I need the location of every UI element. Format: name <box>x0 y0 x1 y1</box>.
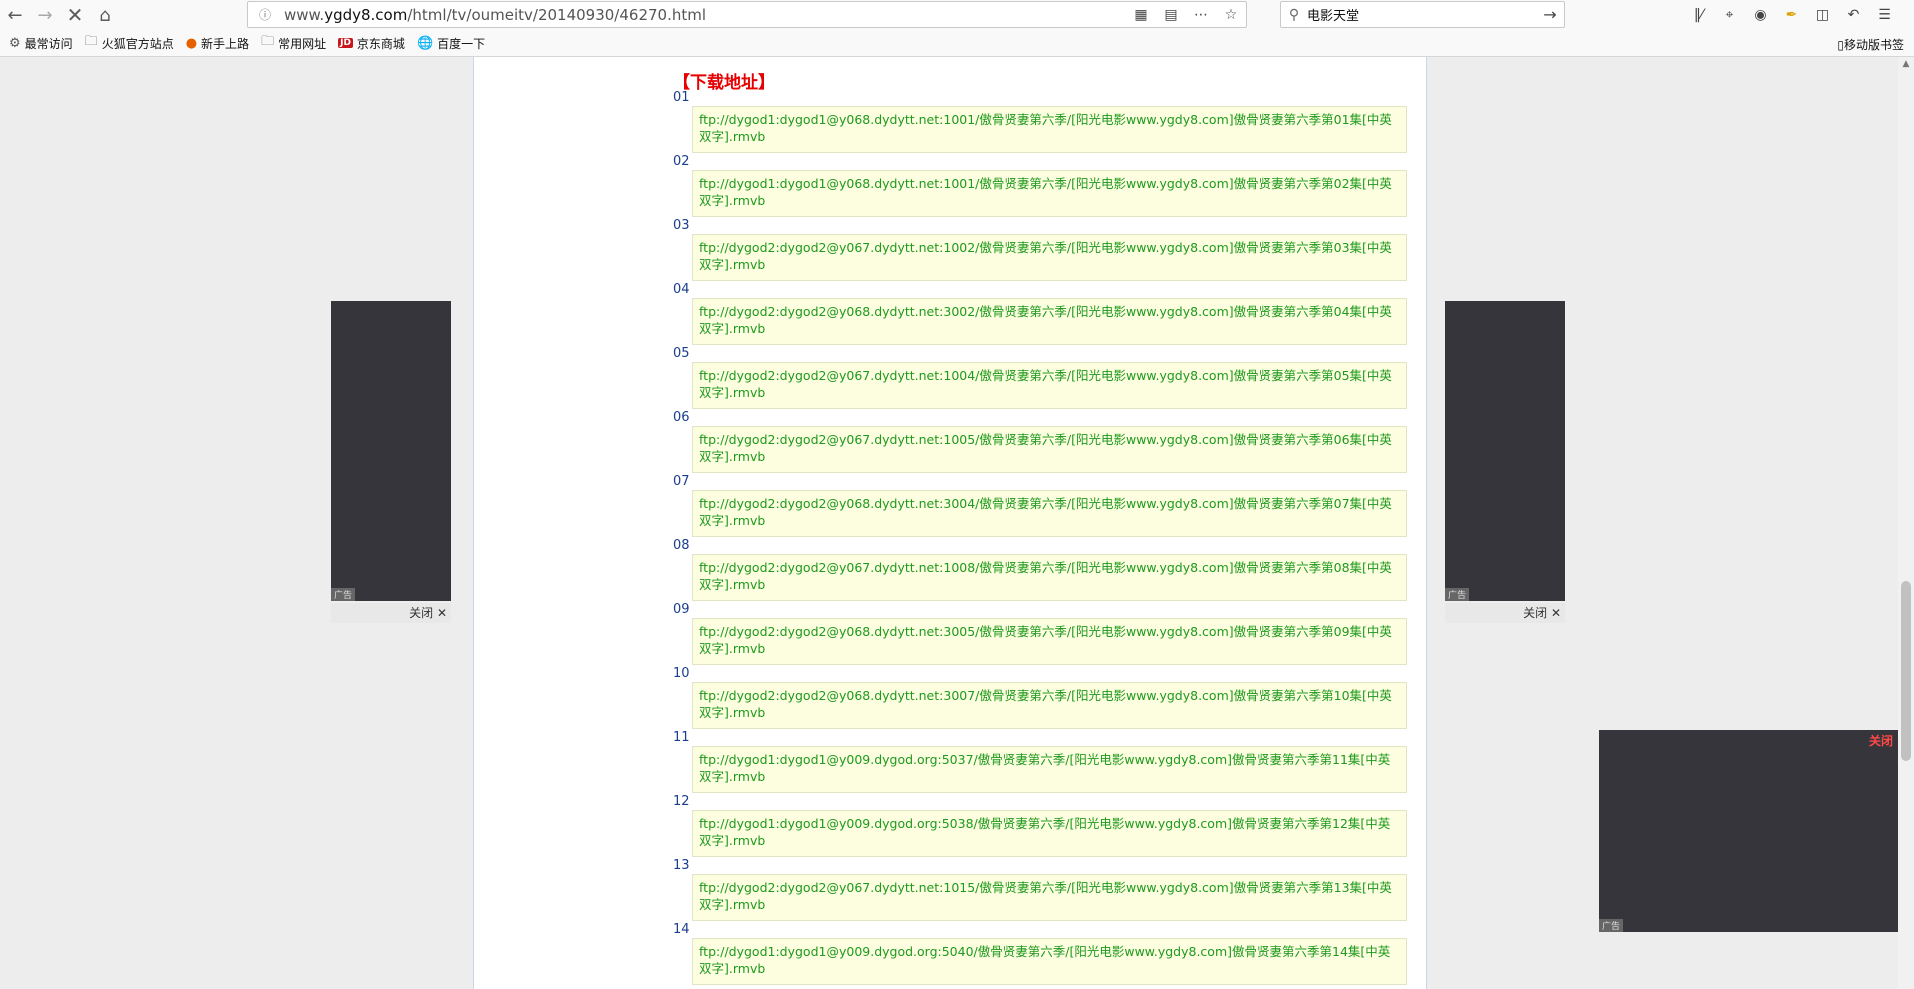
bookmarks-bar: ⚙ 最常访问 🗀 火狐官方站点 ● 新手上路 🗀 常用网址 JD 京东商城 🌐 … <box>0 30 1914 57</box>
episode-download-link[interactable]: ftp://dygod2:dygod2@y068.dydytt.net:3004… <box>692 490 1407 537</box>
ad-tag: 广告 <box>331 588 356 601</box>
episode-number: 07 <box>673 474 690 489</box>
search-icon: ⚲ <box>1288 6 1300 23</box>
episode-number: 11 <box>673 730 690 745</box>
episode-number: 09 <box>673 602 690 617</box>
close-icon: ✕ <box>1550 606 1561 620</box>
qr-code-icon[interactable]: ▦ <box>1126 7 1156 23</box>
right-ad-close-button[interactable]: 关闭 ✕ <box>1445 603 1565 623</box>
episode-download-link[interactable]: ftp://dygod2:dygod2@y067.dydytt.net:1002… <box>692 234 1407 281</box>
corner-popup-ad[interactable]: 关闭 广告 <box>1599 730 1899 932</box>
episode-number: 03 <box>673 218 690 233</box>
episode-item: 03 ftp://dygod2:dygod2@y067.dydytt.net:10… <box>673 218 1408 281</box>
episode-number: 04 <box>673 282 690 297</box>
episode-item: 08 ftp://dygod2:dygod2@y067.dydytt.net:10… <box>673 538 1408 601</box>
episode-download-link[interactable]: ftp://dygod1:dygod1@y068.dydytt.net:1001… <box>692 106 1407 153</box>
episode-number: 13 <box>673 858 690 873</box>
search-input[interactable]: 电影天堂 <box>1307 5 1536 24</box>
episode-download-link[interactable]: ftp://dygod2:dygod2@y067.dydytt.net:1015… <box>692 874 1407 921</box>
search-go-arrow-icon[interactable]: → <box>1536 5 1564 24</box>
folder-icon: 🗀 <box>261 34 275 49</box>
episode-number: 02 <box>673 154 690 169</box>
browser-toolbar: ← → ✕ ⌂ ⓘ www.ygdy8.com/html/tv/oumeitv/… <box>0 0 1914 30</box>
folder-icon: 🗀 <box>84 34 98 49</box>
episode-download-link[interactable]: ftp://dygod2:dygod2@y067.dydytt.net:1005… <box>692 426 1407 473</box>
undo-icon[interactable]: ↶ <box>1838 7 1869 23</box>
episode-download-link[interactable]: ftp://dygod2:dygod2@y068.dydytt.net:3002… <box>692 298 1407 345</box>
episode-download-link[interactable]: ftp://dygod1:dygod1@y009.dygod.org:5038/… <box>692 810 1407 857</box>
back-arrow-icon[interactable]: ← <box>0 0 30 30</box>
episode-item: 12 ftp://dygod1:dygod1@y009.dygod.org:503… <box>673 794 1408 857</box>
forward-arrow-icon[interactable]: → <box>30 0 60 30</box>
bookmark-baidu[interactable]: 🌐 百度一下 <box>417 35 485 52</box>
screenshot-crop-icon[interactable]: ⌖ <box>1714 7 1745 23</box>
episode-download-link[interactable]: ftp://dygod1:dygod1@y068.dydytt.net:1001… <box>692 170 1407 217</box>
episode-download-link[interactable]: ftp://dygod1:dygod1@y009.dygod.org:5040/… <box>692 938 1407 985</box>
corner-ad-close-button[interactable]: 关闭 <box>1869 732 1893 749</box>
gear-icon: ⚙ <box>9 35 21 51</box>
bookmark-star-icon[interactable]: ☆ <box>1216 7 1246 23</box>
close-icon: ✕ <box>436 606 447 620</box>
episode-number: 05 <box>673 346 690 361</box>
more-actions-icon[interactable]: ⋯ <box>1186 7 1216 23</box>
bookmark-most-visited[interactable]: ⚙ 最常访问 <box>9 35 73 52</box>
toolbar-right-icons: ‖⁄ ⌖ ◉ ✒ ◫ ↶ ☰ <box>1683 0 1900 30</box>
episode-item: 02 ftp://dygod1:dygod1@y068.dydytt.net:10… <box>673 154 1408 217</box>
firefox-icon: ● <box>185 35 198 51</box>
episode-number: 10 <box>673 666 690 681</box>
episode-item: 11 ftp://dygod1:dygod1@y009.dygod.org:503… <box>673 730 1408 793</box>
episode-item: 07 ftp://dygod2:dygod2@y068.dydytt.net:30… <box>673 474 1408 537</box>
episode-item: 05 ftp://dygod2:dygod2@y067.dydytt.net:10… <box>673 346 1408 409</box>
bookmark-firefox-official[interactable]: 🗀 火狐官方站点 <box>85 32 174 54</box>
right-side-ad[interactable]: 广告 <box>1445 301 1565 601</box>
home-icon[interactable]: ⌂ <box>90 0 120 30</box>
mobile-bookmarks[interactable]: ▯移动版书签 <box>1837 36 1904 53</box>
bookmark-common-sites[interactable]: 🗀 常用网址 <box>261 32 326 54</box>
reader-view-icon[interactable]: ▤ <box>1156 7 1186 23</box>
episode-download-link[interactable]: ftp://dygod2:dygod2@y068.dydytt.net:3007… <box>692 682 1407 729</box>
episode-download-link[interactable]: ftp://dygod1:dygod1@y009.dygod.org:5037/… <box>692 746 1407 793</box>
url-bar[interactable]: ⓘ www.ygdy8.com/html/tv/oumeitv/20140930… <box>247 1 1247 28</box>
menu-icon[interactable]: ☰ <box>1869 7 1900 23</box>
ad-tag: 广告 <box>1445 588 1470 601</box>
site-info-icon[interactable]: ⓘ <box>254 6 276 23</box>
episode-item: 14 ftp://dygod1:dygod1@y009.dygod.org:504… <box>673 922 1408 985</box>
chat-icon[interactable]: ◉ <box>1745 7 1776 23</box>
episode-item: 04 ftp://dygod2:dygod2@y068.dydytt.net:30… <box>673 282 1408 345</box>
mobile-phone-icon: ▯ <box>1837 38 1844 52</box>
episode-item: 09 ftp://dygod2:dygod2@y068.dydytt.net:30… <box>673 602 1408 665</box>
episode-item: 06 ftp://dygod2:dygod2@y067.dydytt.net:10… <box>673 410 1408 473</box>
bookmark-jd-mall[interactable]: JD 京东商城 <box>338 35 405 52</box>
episode-number: 08 <box>673 538 690 553</box>
url-text[interactable]: www.ygdy8.com/html/tv/oumeitv/20140930/4… <box>284 6 1126 24</box>
episode-number: 06 <box>673 410 690 425</box>
jd-icon: JD <box>338 38 353 48</box>
bookmark-getting-started[interactable]: ● 新手上路 <box>186 35 249 52</box>
episode-item: 10 ftp://dygod2:dygod2@y068.dydytt.net:30… <box>673 666 1408 729</box>
episode-item: 01 ftp://dygod1:dygod1@y068.dydytt.net:10… <box>673 90 1408 153</box>
library-icon[interactable]: ‖⁄ <box>1683 7 1714 23</box>
left-side-ad[interactable]: 广告 <box>331 301 451 601</box>
episode-item: 13 ftp://dygod2:dygod2@y067.dydytt.net:10… <box>673 858 1408 921</box>
brush-icon[interactable]: ✒ <box>1776 7 1807 23</box>
episode-number: 14 <box>673 922 690 937</box>
episode-download-link[interactable]: ftp://dygod2:dygod2@y067.dydytt.net:1004… <box>692 362 1407 409</box>
scroll-up-arrow-icon[interactable]: ▲ <box>1898 59 1914 69</box>
episode-download-link[interactable]: ftp://dygod2:dygod2@y067.dydytt.net:1008… <box>692 554 1407 601</box>
episode-number: 12 <box>673 794 690 809</box>
search-bar[interactable]: ⚲ 电影天堂 → <box>1280 1 1565 28</box>
sidebar-icon[interactable]: ◫ <box>1807 7 1838 23</box>
left-ad-close-button[interactable]: 关闭 ✕ <box>331 603 451 623</box>
episode-number: 01 <box>673 90 690 105</box>
ad-tag: 广告 <box>1599 919 1624 932</box>
stop-loading-icon[interactable]: ✕ <box>60 0 90 30</box>
episode-download-link[interactable]: ftp://dygod2:dygod2@y068.dydytt.net:3005… <box>692 618 1407 665</box>
globe-icon: 🌐 <box>416 35 434 51</box>
scrollbar-thumb[interactable] <box>1901 581 1911 761</box>
page-scrollbar[interactable]: ▲ <box>1898 57 1914 989</box>
